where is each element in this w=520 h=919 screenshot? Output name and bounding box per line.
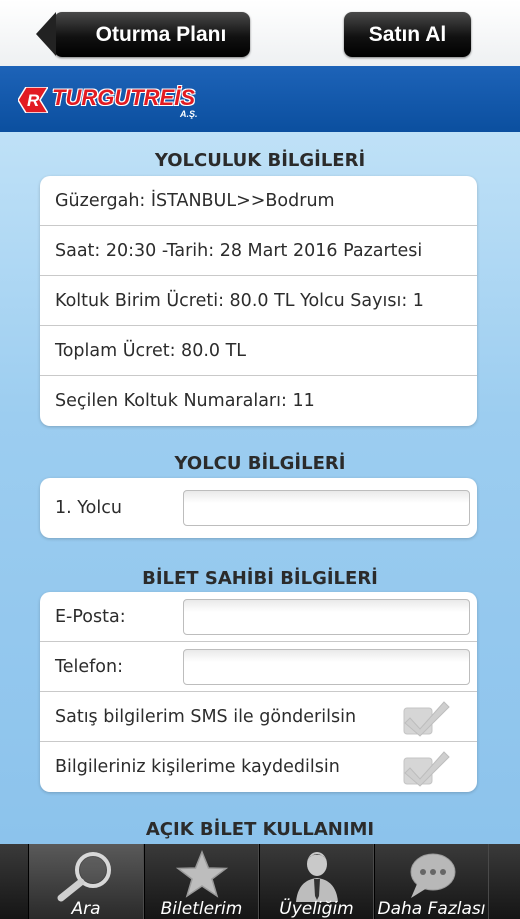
svg-text:R: R bbox=[27, 91, 40, 110]
total-row: Toplam Ücret: 80.0 TL bbox=[40, 326, 477, 376]
logo-text: TURGUTREİS bbox=[52, 85, 195, 110]
time-date-text: Saat: 20:30 -Tarih: 28 Mart 2016 Pazarte… bbox=[55, 240, 423, 261]
seat-plan-back-label: Oturma Planı bbox=[95, 22, 227, 46]
save-contacts-row: Bilgileriniz kişilerime kaydedilsin bbox=[40, 742, 477, 792]
seats-row: Seçilen Koltuk Numaraları: 11 bbox=[40, 376, 477, 426]
chat-bubble-icon bbox=[410, 853, 455, 898]
tab-more-label: Daha Fazlası bbox=[377, 899, 486, 919]
route-row: Güzergah: İSTANBUL>>Bodrum bbox=[40, 176, 477, 226]
passenger-name-input[interactable] bbox=[183, 490, 470, 526]
open-ticket-title: AÇIK BİLET KULLANIMI bbox=[145, 819, 375, 840]
trip-info-card: Güzergah: İSTANBUL>>Bodrum Saat: 20:30 -… bbox=[40, 176, 477, 426]
sms-row: Satış bilgilerim SMS ile gönderilsin bbox=[40, 692, 477, 742]
trip-info-title: YOLCULUK BİLGİLERİ bbox=[154, 150, 366, 171]
sms-checkbox-icon[interactable] bbox=[398, 696, 452, 738]
ticket-owner-card: E-Posta: Telefon: Satış bilgilerim SMS i… bbox=[40, 592, 477, 792]
top-bar: Oturma Planı Satın Al bbox=[0, 0, 520, 66]
user-icon bbox=[295, 852, 338, 902]
email-label: E-Posta: bbox=[55, 606, 126, 627]
passenger-card: 1. Yolcu bbox=[40, 478, 477, 538]
buy-button[interactable]: Satın Al bbox=[344, 12, 471, 57]
logo-sub: A.Ş. bbox=[180, 109, 198, 119]
phone-input[interactable] bbox=[183, 649, 470, 685]
seats-text: Seçilen Koltuk Numaraları: 11 bbox=[55, 391, 315, 411]
passenger-row: 1. Yolcu bbox=[40, 478, 477, 538]
email-input[interactable] bbox=[183, 599, 470, 635]
logo: R TURGUTREİS A.Ş. bbox=[18, 83, 218, 119]
email-row: E-Posta: bbox=[40, 592, 477, 642]
magnifier-icon bbox=[57, 852, 111, 902]
bottom-nav: Ara Biletlerim Üyeliğim Daha Fazlası bbox=[0, 844, 520, 919]
ticket-owner-title: BİLET SAHİBİ BİLGİLERİ bbox=[142, 568, 378, 589]
tab-tickets[interactable]: Biletlerim bbox=[144, 844, 259, 919]
phone-label: Telefon: bbox=[55, 656, 123, 677]
logo-mark-icon: R bbox=[18, 87, 48, 113]
tab-more[interactable]: Daha Fazlası bbox=[374, 844, 489, 919]
save-contacts-label: Bilgileriniz kişilerime kaydedilsin bbox=[55, 757, 340, 777]
fare-row: Koltuk Birim Ücreti: 80.0 TL Yolcu Sayıs… bbox=[40, 276, 477, 326]
passenger-info-title: YOLCU BİLGİLERİ bbox=[174, 453, 346, 474]
tab-search[interactable]: Ara bbox=[28, 844, 144, 919]
fare-text: Koltuk Birim Ücreti: 80.0 TL Yolcu Sayıs… bbox=[55, 290, 424, 311]
phone-row: Telefon: bbox=[40, 642, 477, 692]
route-text: Güzergah: İSTANBUL>>Bodrum bbox=[55, 190, 335, 211]
save-contacts-checkbox-icon[interactable] bbox=[398, 746, 452, 788]
brand-bar: R TURGUTREİS A.Ş. bbox=[0, 66, 520, 132]
tab-search-label: Ara bbox=[71, 899, 101, 919]
content-area: YOLCULUK BİLGİLERİ Güzergah: İSTANBUL>>B… bbox=[0, 132, 520, 844]
star-icon bbox=[175, 850, 228, 898]
tab-membership[interactable]: Üyeliğim bbox=[259, 844, 374, 919]
seat-plan-back-button[interactable]: Oturma Planı bbox=[36, 12, 250, 57]
buy-label: Satın Al bbox=[368, 22, 447, 46]
total-text: Toplam Ücret: 80.0 TL bbox=[55, 340, 247, 361]
tab-tickets-label: Biletlerim bbox=[160, 899, 243, 919]
tab-membership-label: Üyeliğim bbox=[279, 899, 354, 919]
sms-label: Satış bilgilerim SMS ile gönderilsin bbox=[55, 706, 357, 727]
passenger-label: 1. Yolcu bbox=[55, 498, 122, 518]
time-date-row: Saat: 20:30 -Tarih: 28 Mart 2016 Pazarte… bbox=[40, 226, 477, 276]
